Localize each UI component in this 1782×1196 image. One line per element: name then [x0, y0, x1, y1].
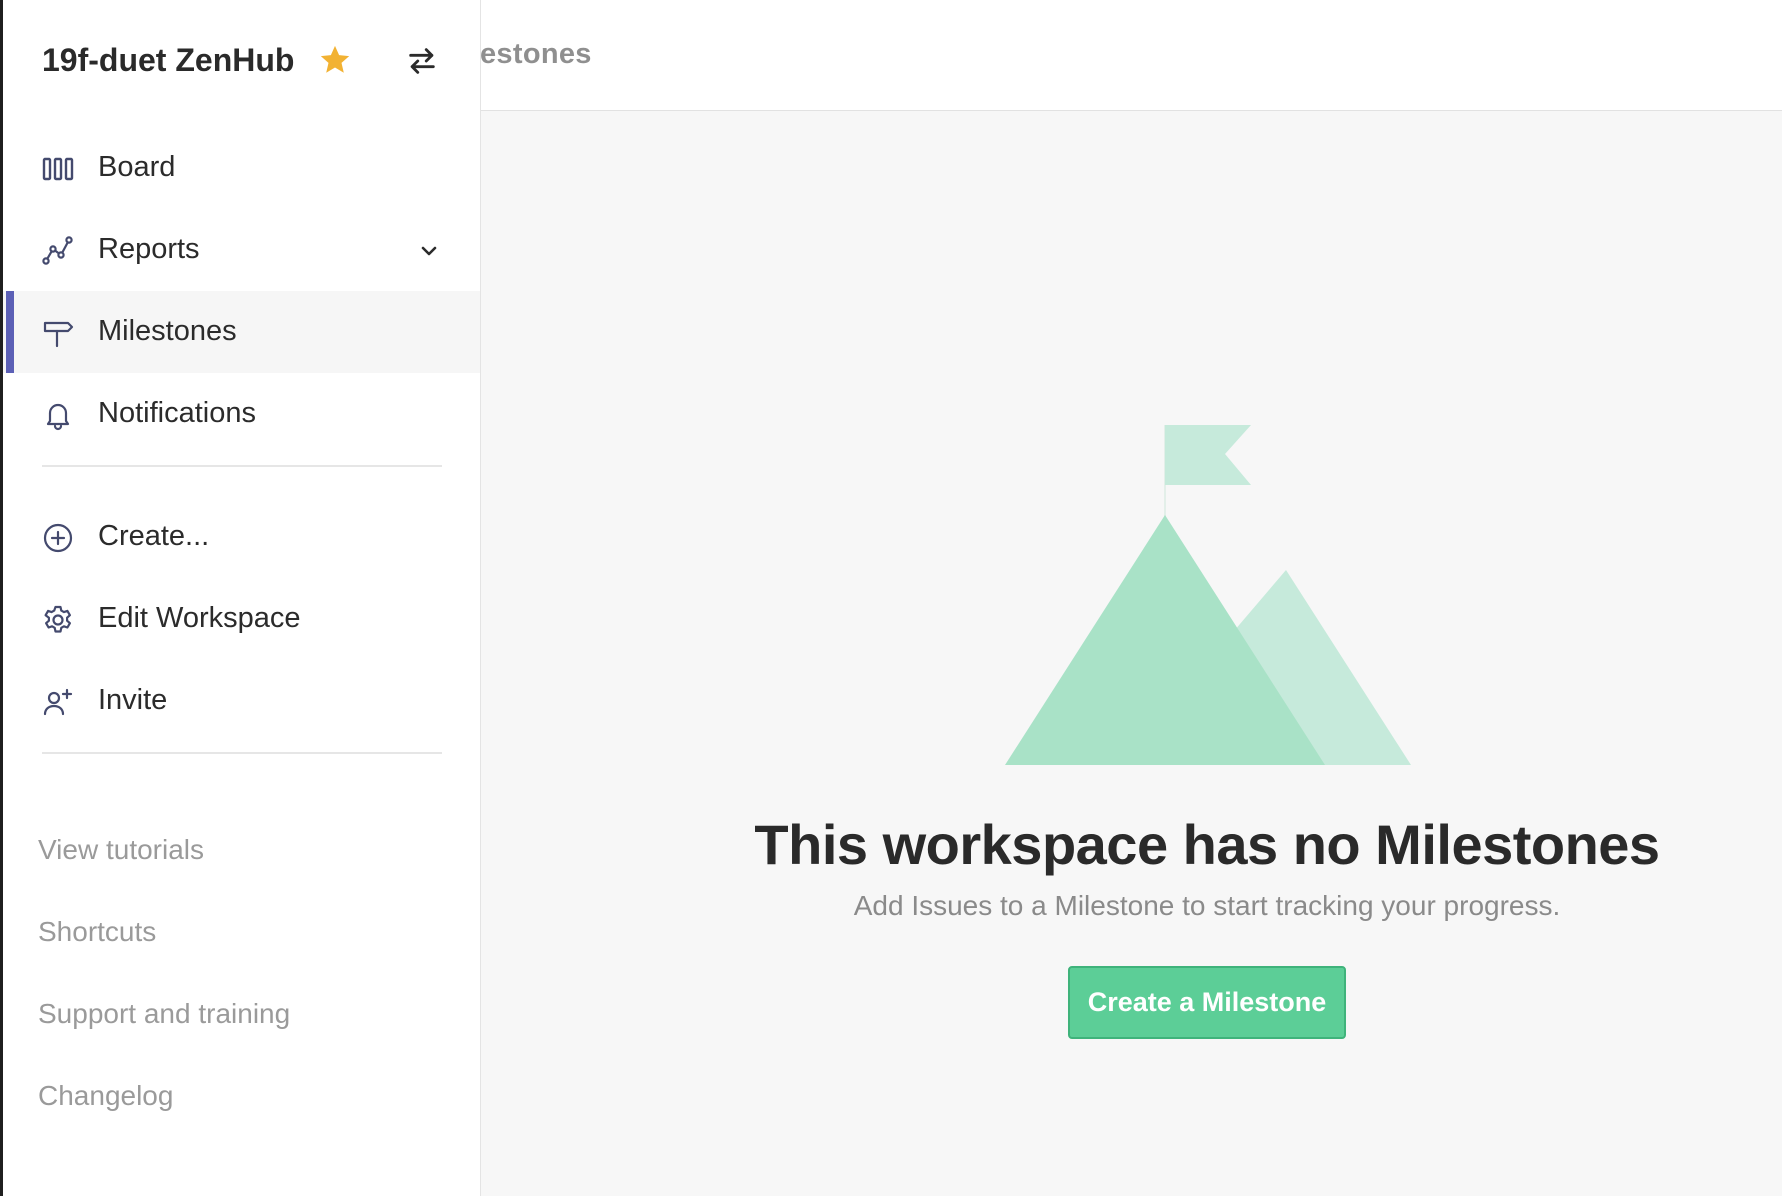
gear-icon — [44, 605, 71, 633]
link-changelog[interactable]: Changelog — [38, 1080, 173, 1112]
sidebar-divider — [42, 465, 442, 467]
nav-label-reports: Reports — [98, 233, 200, 265]
nav-item-notifications[interactable]: Notifications — [3, 373, 480, 455]
empty-state-title: This workspace has no Milestones — [754, 813, 1660, 876]
nav-label-edit-workspace: Edit Workspace — [98, 602, 301, 634]
nav-item-invite[interactable]: Invite — [3, 660, 480, 742]
nav-item-create[interactable]: Create... — [3, 496, 480, 578]
bell-icon — [46, 403, 70, 431]
link-support-and-training[interactable]: Support and training — [38, 998, 290, 1030]
workspace-sidebar: 19f-duet ZenHub Board Reports Milestones… — [3, 0, 481, 1196]
nav-label-create: Create... — [98, 520, 210, 552]
workspace-header: 19f-duet ZenHub — [3, 0, 480, 120]
nav-label-notifications: Notifications — [98, 397, 256, 429]
empty-state-subtitle: Add Issues to a Milestone to start track… — [853, 890, 1561, 921]
link-shortcuts[interactable]: Shortcuts — [38, 916, 156, 948]
page-title: estones — [480, 38, 592, 70]
nav-label-board: Board — [98, 151, 176, 183]
reports-chart-icon — [42, 236, 73, 265]
nav-item-edit-workspace[interactable]: Edit Workspace — [3, 578, 480, 660]
link-view-tutorials[interactable]: View tutorials — [38, 834, 204, 866]
page-header: estones — [480, 0, 1782, 111]
nav-item-reports[interactable]: Reports — [3, 209, 480, 291]
chevron-down-icon[interactable] — [417, 239, 441, 263]
workspace-name[interactable]: 19f-duet ZenHub — [42, 42, 294, 79]
sidebar-divider — [42, 752, 442, 754]
add-user-icon — [43, 688, 73, 716]
create-milestone-button[interactable]: Create a Milestone — [1068, 966, 1346, 1039]
board-columns-icon — [42, 157, 74, 181]
mountain-flag-icon — [1005, 425, 1411, 765]
nav-label-invite: Invite — [98, 684, 168, 716]
switch-workspace-icon[interactable] — [405, 44, 439, 78]
plus-circle-icon — [43, 523, 73, 553]
signpost-icon — [43, 321, 74, 348]
nav-item-board[interactable]: Board — [3, 127, 480, 209]
nav-label-milestones: Milestones — [98, 315, 237, 347]
nav-item-milestones[interactable]: Milestones — [3, 291, 480, 373]
star-icon[interactable] — [318, 43, 352, 77]
